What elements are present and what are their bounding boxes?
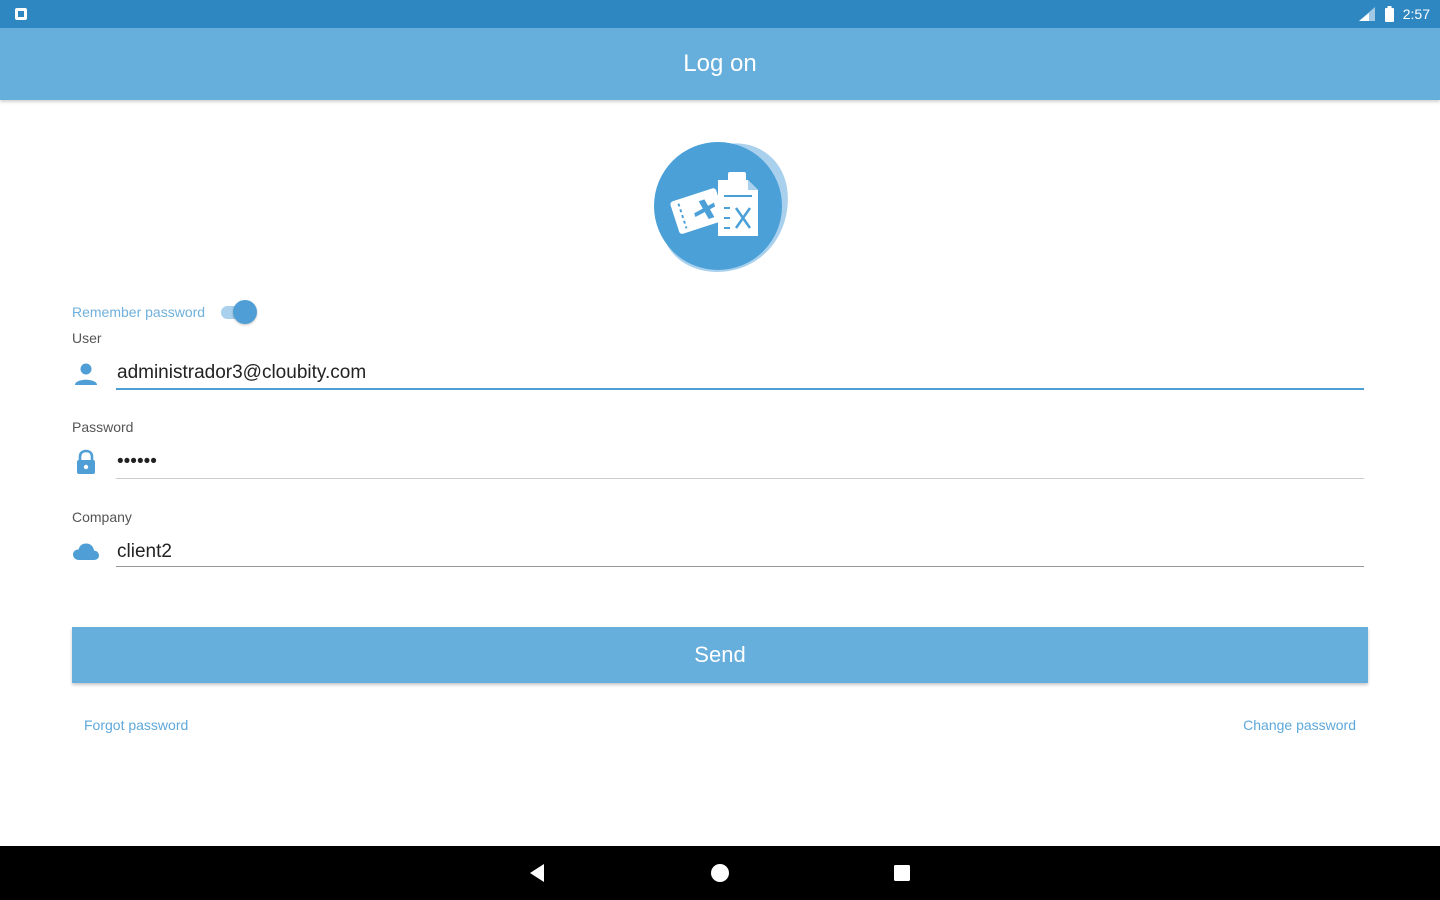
status-icons: 2:57 [1358,0,1430,28]
travel-expense-logo-icon [654,142,788,272]
company-label: Company [72,509,132,525]
send-button[interactable]: Send [72,627,1368,683]
company-input[interactable] [116,535,1364,569]
notification-icon [15,8,27,20]
recents-icon[interactable] [887,858,917,888]
remember-password-switch[interactable] [219,299,258,325]
password-label: Password [72,419,134,435]
signal-icon [1358,7,1375,21]
change-password-link[interactable]: Change password [1243,717,1356,733]
home-icon[interactable] [705,858,735,888]
remember-password-row: Remember password [72,298,258,326]
app-bar: Log on [0,28,1440,100]
cloud-icon [73,543,99,560]
user-label: User [72,330,102,346]
forgot-password-link[interactable]: Forgot password [84,717,188,733]
password-input[interactable] [116,445,1364,479]
navigation-bar [0,846,1440,900]
page-title: Log on [683,50,757,77]
battery-icon [1384,6,1394,22]
user-input[interactable] [116,356,1364,390]
switch-thumb [233,300,258,324]
person-icon [75,363,97,385]
lock-icon [77,449,95,474]
remember-password-label: Remember password [72,304,206,320]
back-icon[interactable] [523,858,553,888]
status-time: 2:57 [1402,6,1430,22]
password-underline [116,478,1364,479]
user-underline [116,388,1364,390]
status-bar: 2:57 [0,0,1440,28]
company-underline [116,566,1364,567]
